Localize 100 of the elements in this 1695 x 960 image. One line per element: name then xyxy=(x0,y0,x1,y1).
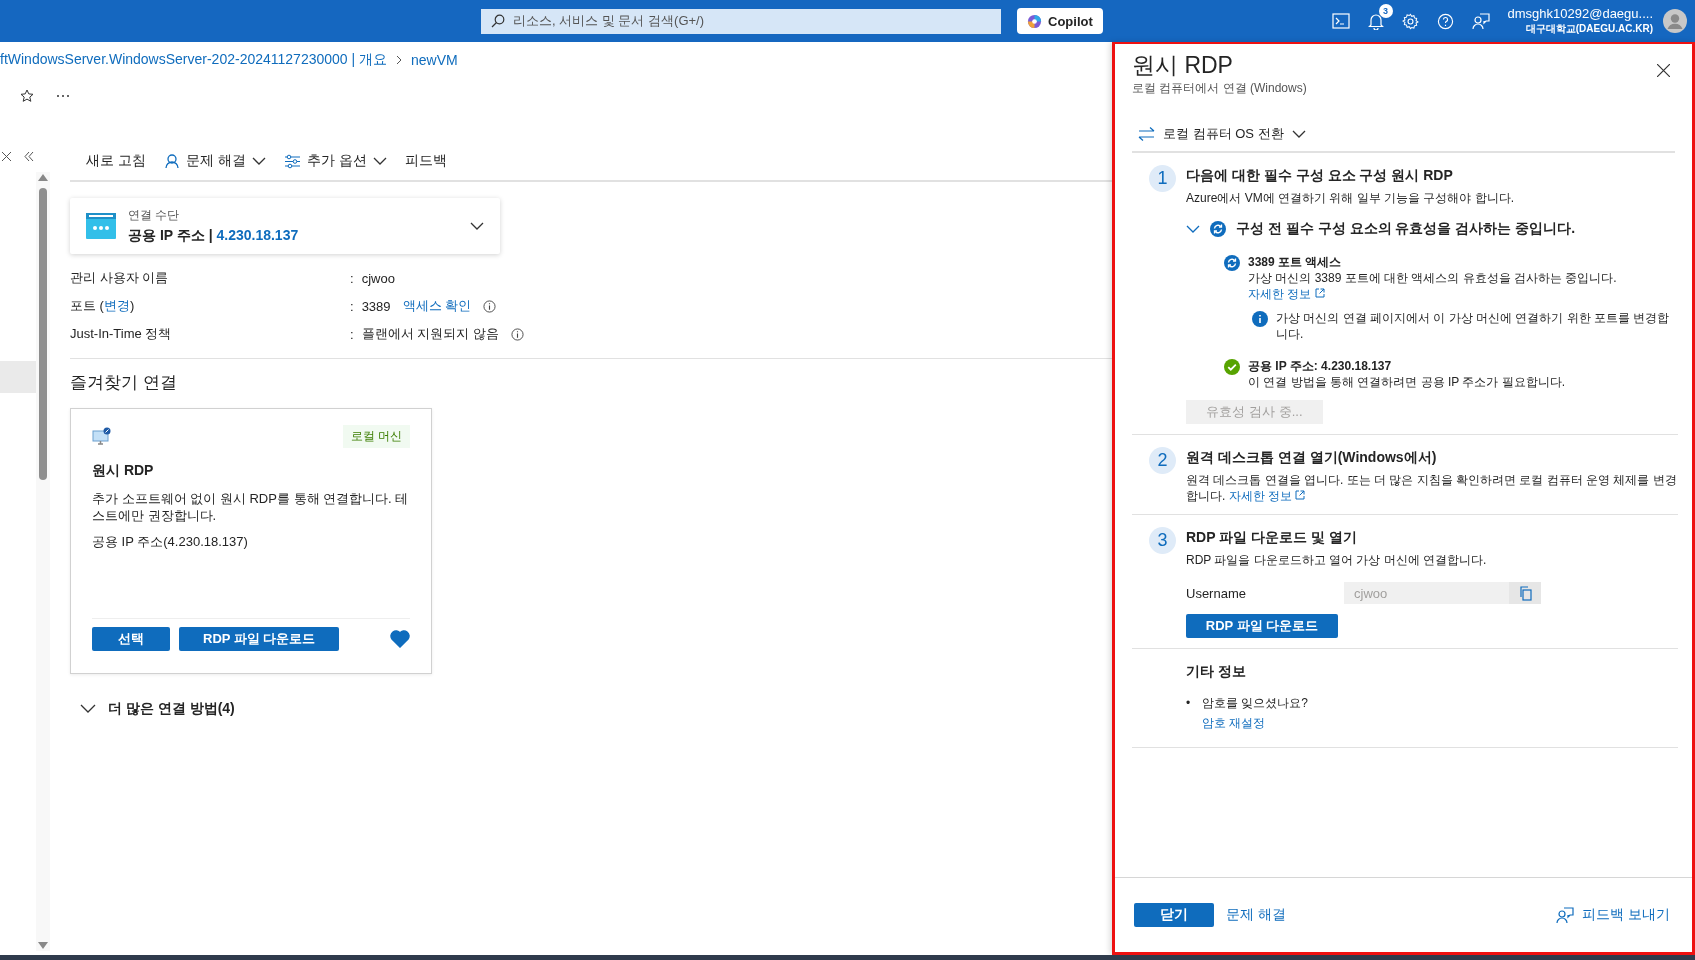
external-link-icon[interactable] xyxy=(1295,490,1306,500)
step-description: 원격 데스크톱 연결을 엽니다. 또는 더 많은 지침을 확인하려면 로컬 컴퓨터 운영 체제를 변경합니다. 자세한 정보 xyxy=(1186,472,1678,504)
validate-button: 유효성 검사 중... xyxy=(1186,400,1323,424)
connection-dropdown[interactable]: 연결 수단 공용 IP 주소 | 4.230.18.137 xyxy=(70,198,500,254)
copy-icon xyxy=(1518,585,1532,601)
field-label: Just-In-Time 정책 xyxy=(70,325,173,343)
access-check-link[interactable]: 액세스 확인 xyxy=(402,297,472,315)
field-value: 플랜에서 지원되지 않음 xyxy=(361,325,499,343)
colon: : xyxy=(350,270,354,286)
account-organization: 대구대학교(DAEGU.AC.KR) xyxy=(1524,22,1653,36)
colon: : xyxy=(350,326,354,342)
check-title: 3389 포트 액세스 xyxy=(1248,254,1343,270)
scroll-up-icon[interactable] xyxy=(38,174,48,181)
panel-subtitle: 로컬 컴퓨터에서 연결 (Windows) xyxy=(1132,80,1307,97)
collapse-icon[interactable] xyxy=(24,152,34,161)
tag: 로컬 머신 xyxy=(342,425,410,448)
step-description: RDP 파일을 다운로드하고 열어 가상 머신에 연결합니다. xyxy=(1186,552,1488,568)
sync-icon xyxy=(1210,221,1226,237)
step-title: 다음에 대한 필수 구성 요소 구성 원시 RDP xyxy=(1186,167,1454,185)
toolbar-button[interactable]: 문제 해결 xyxy=(163,152,266,170)
field-value: cjwoo xyxy=(361,270,395,286)
check-text: 이 연결 방법을 통해 연결하려면 공용 IP 주소가 필요합니다. xyxy=(1248,374,1566,390)
card-address: 공용 IP 주소(4.230.18.137) xyxy=(92,533,249,551)
copilot-icon xyxy=(1027,13,1042,29)
breadcrumb-link[interactable]: newVM xyxy=(411,52,458,68)
info-icon[interactable] xyxy=(510,327,524,341)
chevron-down-icon xyxy=(470,221,484,231)
copilot-button[interactable]: Copilot xyxy=(1017,8,1103,34)
close-icon[interactable] xyxy=(2,152,11,161)
os-switch-button[interactable]: 로컬 컴퓨터 OS 전환 xyxy=(1132,125,1675,153)
sync-icon xyxy=(1224,255,1240,271)
info-icon xyxy=(1252,311,1268,327)
chevron-down-icon xyxy=(251,156,266,166)
avatar-icon[interactable] xyxy=(1663,9,1687,33)
close-button[interactable]: 닫기 xyxy=(1134,903,1214,927)
monitor-icon xyxy=(92,426,112,447)
reset-password-link[interactable]: 암호 재설정 xyxy=(1202,713,1266,733)
info-note: 가상 머신의 연결 페이지에서 이 가상 머신에 연결하기 위한 포트를 변경합니다. xyxy=(1276,310,1671,342)
external-link-icon[interactable] xyxy=(1314,288,1325,298)
download-button[interactable]: RDP 파일 다운로드 xyxy=(1186,614,1338,638)
star-icon[interactable] xyxy=(20,89,34,103)
search-icon xyxy=(491,14,505,28)
more-icon[interactable] xyxy=(56,94,70,98)
toolbar-button[interactable]: 새로 고침 xyxy=(86,152,146,170)
sliders-icon xyxy=(283,153,301,169)
chevron-right-icon xyxy=(395,56,404,64)
check-text: 가상 머신의 3389 포트에 대한 액세스의 유효성을 검사하는 중입니다. 자세한 정보 xyxy=(1248,270,1618,302)
card-description: 추가 소프트웨어 없이 원시 RDP를 통해 연결합니다. 테스트에만 권장합니다. xyxy=(92,490,410,524)
check-title: 공용 IP 주소: 4.230.18.137 xyxy=(1248,358,1393,374)
expander[interactable]: 더 많은 연결 방법(4) xyxy=(80,700,235,718)
person-icon xyxy=(163,153,180,169)
change-link[interactable]: 변경 xyxy=(103,298,130,313)
field-label: Username xyxy=(1186,585,1247,601)
field-label: 포트 (변경) xyxy=(70,297,136,315)
connection-type: 공용 IP 주소 xyxy=(128,227,205,243)
field-value: 3389 xyxy=(361,298,391,314)
search-field[interactable]: 리소스, 서비스 및 문서 검색(G+/) xyxy=(481,8,1001,34)
help-icon[interactable] xyxy=(1436,12,1454,30)
breadcrumb-link[interactable]: ftWindowsServer.WindowsServer-202-20241127230000 | 개요 xyxy=(0,51,388,69)
notification-icon[interactable] xyxy=(1367,12,1384,30)
download-button[interactable]: RDP 파일 다운로드 xyxy=(179,627,340,651)
chevron-down-icon[interactable] xyxy=(1186,224,1200,234)
toolbar-button[interactable]: 피드백 xyxy=(404,152,447,170)
toolbar-button[interactable]: 추가 옵션 xyxy=(283,152,387,170)
list-text: 암호를 잊으셨나요? xyxy=(1202,695,1309,712)
card-title: 원시 RDP xyxy=(92,462,155,480)
chevron-down-icon xyxy=(372,156,387,166)
feedback-link[interactable]: 피드백 보내기 xyxy=(1556,906,1670,924)
panel-title: 원시 RDP xyxy=(1132,51,1234,80)
troubleshoot-link[interactable]: 문제 해결 xyxy=(1226,906,1286,924)
notification-badge: 3 xyxy=(1378,3,1393,18)
info-icon[interactable] xyxy=(483,299,497,313)
network-icon xyxy=(86,213,116,239)
step-title: RDP 파일 다운로드 및 열기 xyxy=(1186,529,1358,547)
feedback-icon xyxy=(1556,906,1575,924)
step-number: 2 xyxy=(1149,447,1176,474)
bullet: • xyxy=(1186,695,1192,712)
feedback-icon[interactable] xyxy=(1471,12,1490,30)
step-number: 3 xyxy=(1149,527,1176,554)
scrollbar[interactable] xyxy=(36,172,50,951)
step-number: 1 xyxy=(1149,165,1176,192)
chevron-down-icon xyxy=(1291,129,1306,139)
check-icon xyxy=(1224,359,1240,375)
learn-more-link[interactable]: 자세한 정보 xyxy=(1248,287,1325,301)
step-description: Azure에서 VM에 연결하기 위해 일부 기능을 구성해야 합니다. xyxy=(1186,190,1516,206)
scroll-down-icon[interactable] xyxy=(38,942,48,949)
heart-icon[interactable] xyxy=(390,630,410,648)
close-icon[interactable] xyxy=(1657,64,1670,77)
account-email[interactable]: dmsghk10292@daegu.... xyxy=(1507,6,1653,21)
select-button[interactable]: 선택 xyxy=(92,627,170,651)
separator: | xyxy=(208,227,213,243)
learn-more-link[interactable]: 자세한 정보 xyxy=(1228,489,1306,503)
check-status: 구성 전 필수 구성 요소의 유효성을 검사하는 중입니다. xyxy=(1236,220,1576,238)
swap-icon xyxy=(1138,127,1155,141)
terminal-icon[interactable] xyxy=(1331,13,1350,29)
scrollbar-thumb[interactable] xyxy=(39,188,47,480)
settings-icon[interactable] xyxy=(1401,12,1419,30)
ip-address-link[interactable]: 4.230.18.137 xyxy=(216,227,299,243)
step-title: 원격 데스크톱 연결 열기(Windows에서) xyxy=(1186,449,1438,467)
section-heading: 기타 정보 xyxy=(1186,663,1247,681)
